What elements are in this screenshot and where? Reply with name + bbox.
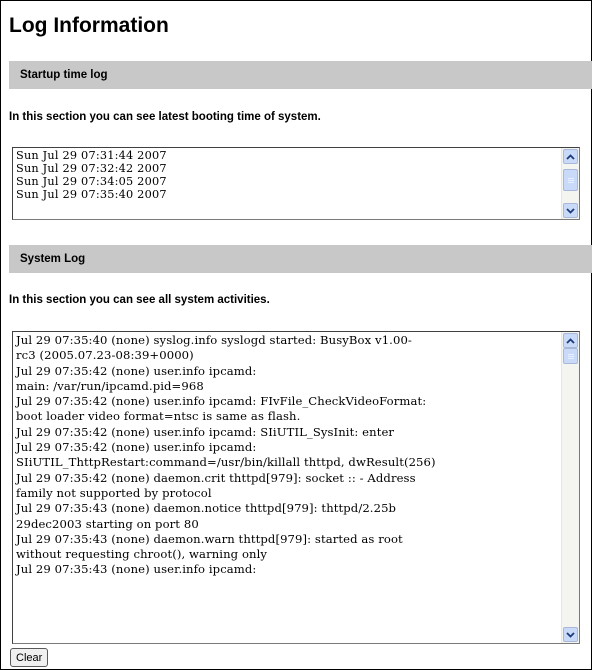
chevron-down-icon	[566, 207, 575, 214]
startup-log-header: Startup time log	[9, 61, 592, 89]
scroll-up-button[interactable]	[563, 333, 578, 348]
startup-log-scrollbar[interactable]	[561, 148, 579, 219]
chevron-up-icon	[566, 153, 575, 160]
system-log-scrollbar[interactable]	[561, 332, 579, 643]
scroll-down-button[interactable]	[563, 627, 578, 642]
clear-button[interactable]: Clear	[10, 648, 49, 667]
scroll-up-button[interactable]	[563, 149, 578, 164]
scroll-down-button[interactable]	[563, 203, 578, 218]
startup-log-text: Sun Jul 29 07:31:44 2007 Sun Jul 29 07:3…	[16, 149, 167, 201]
page-title: Log Information	[9, 14, 169, 37]
system-log-text: Jul 29 07:35:40 (none) syslog.info syslo…	[16, 333, 436, 577]
system-log-textarea[interactable]: Jul 29 07:35:40 (none) syslog.info syslo…	[12, 331, 580, 644]
scroll-thumb[interactable]	[563, 169, 578, 191]
scroll-thumb[interactable]	[563, 348, 578, 364]
chevron-down-icon	[566, 631, 575, 638]
startup-log-description: In this section you can see latest booti…	[9, 111, 321, 123]
startup-log-textarea[interactable]: Sun Jul 29 07:31:44 2007 Sun Jul 29 07:3…	[12, 147, 580, 220]
system-log-description: In this section you can see all system a…	[9, 294, 270, 306]
chevron-up-icon	[566, 337, 575, 344]
system-log-header: System Log	[9, 245, 592, 273]
